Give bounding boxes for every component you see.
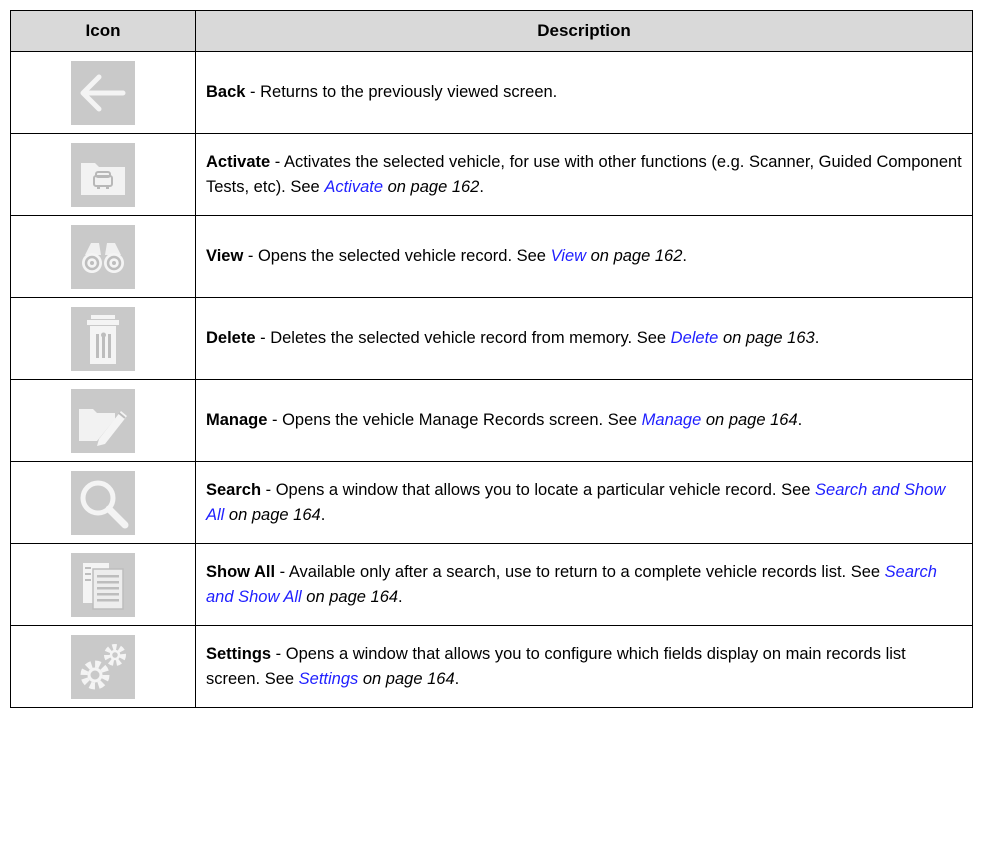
binoculars-icon (71, 224, 135, 289)
row-description: Activate - Activates the selected vehicl… (195, 133, 973, 216)
row-description: Settings - Opens a window that allows yo… (195, 625, 973, 708)
row-description: View - Opens the selected vehicle record… (195, 215, 973, 298)
trash-can-icon (71, 306, 135, 371)
table-row: Settings - Opens a window that allows yo… (10, 625, 973, 708)
page-link[interactable]: Activate (324, 178, 383, 196)
row-description: Manage - Opens the vehicle Manage Record… (195, 379, 973, 462)
back-arrow-icon (71, 60, 135, 125)
row-name: Back (206, 83, 246, 101)
page-link[interactable]: Manage (642, 411, 702, 429)
row-description: Back - Returns to the previously viewed … (195, 51, 973, 134)
table-row: Back - Returns to the previously viewed … (10, 51, 973, 134)
table-row: Manage - Opens the vehicle Manage Record… (10, 379, 973, 462)
gears-icon (71, 634, 135, 699)
table-row: View - Opens the selected vehicle record… (10, 215, 973, 298)
table-row: Delete - Deletes the selected vehicle re… (10, 297, 973, 380)
page-link[interactable]: Settings (299, 670, 359, 688)
row-description: Delete - Deletes the selected vehicle re… (195, 297, 973, 380)
row-description: Show All - Available only after a search… (195, 543, 973, 626)
document-list-icon (71, 552, 135, 617)
vehicle-folder-icon (71, 142, 135, 207)
table-header-row: Icon Description (10, 10, 973, 52)
folder-pencil-icon (71, 388, 135, 453)
header-icon: Icon (10, 10, 196, 52)
table-row: Activate - Activates the selected vehicl… (10, 133, 973, 216)
icon-description-table: Icon Description Back - Returns to the p… (10, 10, 973, 708)
magnifier-icon (71, 470, 135, 535)
table-row: Show All - Available only after a search… (10, 543, 973, 626)
row-description: Search - Opens a window that allows you … (195, 461, 973, 544)
header-description: Description (195, 10, 973, 52)
page-link[interactable]: View (551, 247, 586, 265)
table-row: Search - Opens a window that allows you … (10, 461, 973, 544)
page-link[interactable]: Delete (671, 329, 719, 347)
